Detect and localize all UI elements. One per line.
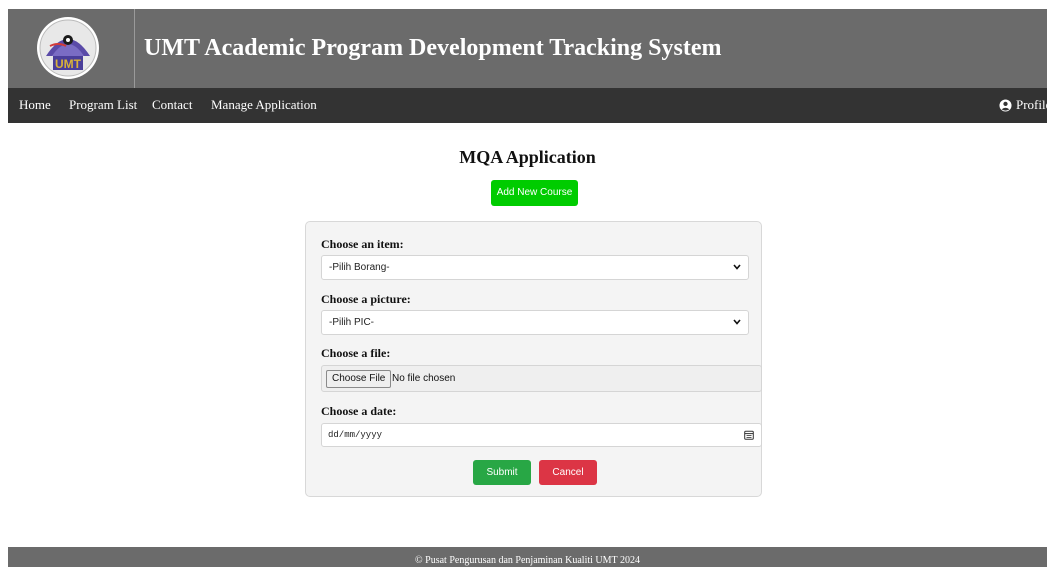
svg-text:UMT: UMT <box>55 57 82 71</box>
nav-profile[interactable]: Profile <box>999 88 1047 123</box>
picture-label: Choose a picture: <box>321 292 411 306</box>
umt-logo[interactable]: UMT <box>36 16 100 80</box>
date-input[interactable]: dd/mm/yyyy <box>321 423 762 447</box>
picture-select-value: -Pilih PIC- <box>329 317 375 328</box>
logo-container: UMT <box>8 9 135 88</box>
profile-label: Profile <box>1016 97 1047 112</box>
site-footer: © Pusat Pengurusan dan Penjaminan Kualit… <box>8 547 1047 567</box>
add-new-course-button[interactable]: Add New Course <box>491 180 578 206</box>
choose-file-button[interactable]: Choose File <box>326 370 392 388</box>
nav-program-list[interactable]: Program List <box>69 88 137 123</box>
submit-button[interactable]: Submit <box>473 460 531 485</box>
picture-select[interactable]: -Pilih PIC- <box>321 310 749 335</box>
nav-manage-application[interactable]: Manage Application <box>211 88 317 123</box>
application-form: Choose an item: -Pilih Borang- Choose a … <box>305 221 762 497</box>
file-label: Choose a file: <box>321 346 391 360</box>
main-nav: Home Program List Contact Manage Applica… <box>8 88 1047 123</box>
page-heading: MQA Application <box>459 147 596 167</box>
nav-contact[interactable]: Contact <box>152 88 192 123</box>
nav-home[interactable]: Home <box>19 88 51 123</box>
item-label: Choose an item: <box>321 237 404 251</box>
user-circle-icon <box>999 99 1012 112</box>
page: UMT UMT Academic Program Development Tra… <box>8 9 1047 567</box>
chevron-down-icon <box>733 264 741 270</box>
file-status: No file chosen <box>392 373 456 384</box>
date-placeholder: dd/mm/yyyy <box>328 430 383 440</box>
file-input[interactable]: Choose File No file chosen <box>321 365 762 392</box>
calendar-icon[interactable] <box>744 430 754 440</box>
chevron-down-icon <box>733 319 741 325</box>
item-select[interactable]: -Pilih Borang- <box>321 255 749 280</box>
site-title: UMT Academic Program Development Trackin… <box>144 35 722 61</box>
cancel-button[interactable]: Cancel <box>539 460 597 485</box>
date-label: Choose a date: <box>321 404 397 418</box>
site-header: UMT UMT Academic Program Development Tra… <box>8 9 1047 88</box>
item-select-value: -Pilih Borang- <box>329 262 390 273</box>
